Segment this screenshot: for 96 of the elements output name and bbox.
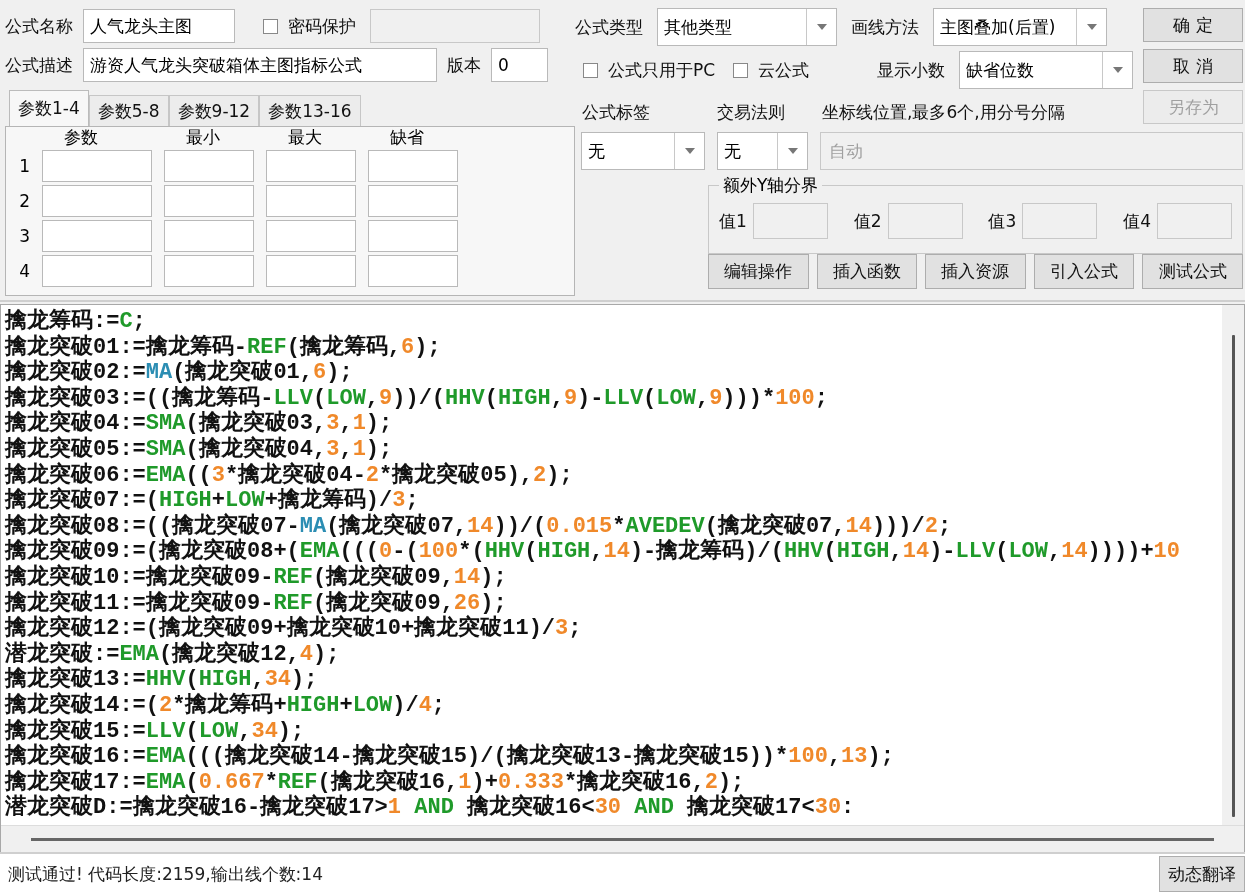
draw-method-dropdown[interactable]: 主图叠加(后置) bbox=[933, 8, 1107, 46]
field-label: 密码保护 bbox=[288, 14, 356, 38]
code-line: 擒龙突破17:=EMA(0.667*REF(擒龙突破16,1)+0.333*擒龙突破16,2); bbox=[5, 769, 745, 795]
field-label: 交易法则 bbox=[717, 100, 786, 124]
caret-icon bbox=[816, 24, 827, 30]
field-label: 公式标签 bbox=[582, 100, 651, 124]
code-line: 擒龙突破02:=MA(擒龙突破01,6); bbox=[5, 360, 354, 386]
field-label: 公式类型 bbox=[575, 15, 643, 39]
formula-tag-dropdown[interactable]: 无 bbox=[581, 132, 705, 170]
action-button[interactable]: 插入资源 bbox=[925, 254, 1026, 289]
param-field[interactable] bbox=[266, 185, 356, 217]
trade-rule-dropdown[interactable]: 无 bbox=[717, 132, 808, 170]
row-number: 4 bbox=[18, 260, 30, 283]
code-line: 擒龙突破12:=(擒龙突破09+擒龙突破10+擒龙突破11)/3; bbox=[5, 616, 583, 642]
horizontal-scrollbar[interactable] bbox=[1, 825, 1244, 852]
column-header: 最大 bbox=[287, 127, 323, 147]
param-field[interactable] bbox=[266, 220, 356, 252]
row-number: 2 bbox=[18, 190, 30, 213]
code-line: 擒龙突破15:=LLV(LOW,34); bbox=[5, 718, 305, 744]
field-label: 版本 bbox=[447, 53, 481, 77]
param-field[interactable] bbox=[42, 220, 152, 252]
code-line: 擒龙突破13:=HHV(HIGH,34); bbox=[5, 667, 319, 693]
field-label: 值4 bbox=[1123, 209, 1151, 233]
field-label: 显示小数 bbox=[877, 58, 945, 82]
value-field[interactable] bbox=[887, 203, 963, 239]
formula-type-dropdown[interactable]: 其他类型 bbox=[657, 8, 837, 46]
code-line: 擒龙突破09:=(擒龙突破08+(EMA(((0-(100*(HHV(HIGH,14)-擒龙筹码)/(HHV(HIGH,14)-LLV(LOW,14))))+10 bbox=[5, 539, 1181, 565]
caret-icon bbox=[684, 148, 695, 154]
param-field[interactable] bbox=[368, 185, 458, 217]
code-line: 潜龙突破:=EMA(擒龙突破12,4); bbox=[5, 641, 341, 667]
param-tab[interactable]: 参数9-12 bbox=[168, 95, 260, 126]
checkbox[interactable] bbox=[733, 62, 749, 78]
action-button[interactable]: 编辑操作 bbox=[708, 254, 809, 289]
code-line: 擒龙突破11:=擒龙突破09-REF(擒龙突破09,26); bbox=[5, 590, 508, 616]
param-field[interactable] bbox=[368, 150, 458, 182]
caret-icon bbox=[1086, 24, 1097, 30]
code-line: 擒龙突破05:=SMA(擒龙突破04,3,1); bbox=[5, 436, 394, 462]
code-line: 擒龙筹码:=C; bbox=[5, 309, 147, 334]
param-field[interactable] bbox=[368, 255, 458, 287]
checkbox[interactable] bbox=[263, 18, 278, 34]
code-line: 擒龙突破10:=擒龙突破09-REF(擒龙突破09,14); bbox=[5, 564, 508, 590]
version-field[interactable]: 0 bbox=[491, 48, 548, 82]
param-tab[interactable]: 参数5-8 bbox=[88, 95, 169, 126]
decimals-dropdown[interactable]: 缺省位数 bbox=[959, 51, 1133, 89]
code-line: 擒龙突破07:=(HIGH+LOW+擒龙筹码)/3; bbox=[5, 488, 419, 514]
row-number: 1 bbox=[18, 155, 30, 178]
value-field[interactable] bbox=[1022, 203, 1098, 239]
field-label: 画线方法 bbox=[851, 15, 919, 39]
field-label: 值2 bbox=[853, 209, 882, 233]
code-line: 擒龙突破14:=(2*擒龙筹码+HIGH+LOW)/4; bbox=[5, 692, 447, 718]
param-field[interactable] bbox=[266, 255, 356, 287]
param-field[interactable] bbox=[164, 150, 254, 182]
action-button[interactable]: 引入公式 bbox=[1033, 254, 1135, 289]
param-field[interactable] bbox=[42, 150, 152, 182]
value-field[interactable] bbox=[1157, 203, 1232, 239]
param-field[interactable] bbox=[368, 220, 458, 252]
formula-name-field[interactable]: 人气龙头主图 bbox=[83, 9, 235, 43]
vertical-scrollbar[interactable] bbox=[1222, 305, 1244, 825]
field-label: 公式只用于PC bbox=[608, 58, 716, 82]
field-label: 公式描述 bbox=[5, 53, 73, 77]
field-label: 值1 bbox=[719, 209, 747, 233]
column-header: 缺省 bbox=[389, 127, 425, 147]
description-field[interactable]: 游资人气龙头突破箱体主图指标公式 bbox=[83, 48, 437, 82]
param-field[interactable] bbox=[164, 185, 254, 217]
field-label: 坐标线位置,最多6个,用分号分隔 bbox=[822, 100, 1065, 124]
param-tab[interactable]: 参数1-4 bbox=[9, 90, 89, 126]
param-field[interactable] bbox=[164, 220, 254, 252]
param-field[interactable] bbox=[42, 255, 152, 287]
group-title: 额外Y轴分界 bbox=[722, 174, 820, 197]
code-line: 擒龙突破08:=((擒龙突破07-MA(擒龙突破07,14))/(0.015*AVEDEV(擒龙突破07,14)))/2; bbox=[5, 513, 953, 539]
translate-button[interactable]: 动态翻译 bbox=[1159, 856, 1245, 892]
param-tab[interactable]: 参数13-16 bbox=[259, 95, 361, 126]
dialog-button[interactable]: 取 消 bbox=[1143, 49, 1243, 83]
column-header: 参数 bbox=[63, 127, 99, 147]
action-button[interactable]: 插入函数 bbox=[816, 254, 918, 289]
action-button[interactable]: 测试公式 bbox=[1142, 254, 1243, 289]
caret-icon bbox=[1112, 67, 1123, 73]
row-number: 3 bbox=[18, 225, 30, 248]
field-label: 值3 bbox=[988, 209, 1017, 233]
param-field[interactable] bbox=[164, 255, 254, 287]
axis-lines-field[interactable]: 自动 bbox=[820, 132, 1243, 170]
field-label: 云公式 bbox=[758, 58, 810, 82]
status-message: 测试通过! 代码长度:2159,输出线个数:14 bbox=[8, 862, 323, 886]
code-line: 擒龙突破03:=((擒龙筹码-LLV(LOW,9))/(HHV(HIGH,9)-LLV(LOW,9)))*100; bbox=[5, 385, 829, 411]
password-field[interactable] bbox=[370, 9, 540, 43]
code-line: 擒龙突破06:=EMA((3*擒龙突破04-2*擒龙突破05),2); bbox=[5, 462, 574, 488]
code-line: 擒龙突破01:=擒龙筹码-REF(擒龙筹码,6); bbox=[5, 334, 442, 360]
checkbox[interactable] bbox=[583, 62, 598, 78]
dialog-button[interactable]: 确 定 bbox=[1143, 8, 1243, 42]
param-field[interactable] bbox=[266, 150, 356, 182]
param-field[interactable] bbox=[42, 185, 152, 217]
value-field[interactable] bbox=[752, 203, 828, 239]
field-label: 公式名称 bbox=[5, 14, 73, 38]
column-header: 最小 bbox=[185, 127, 221, 147]
caret-icon bbox=[787, 148, 798, 154]
code-line: 擒龙突破04:=SMA(擒龙突破03,3,1); bbox=[5, 411, 394, 437]
